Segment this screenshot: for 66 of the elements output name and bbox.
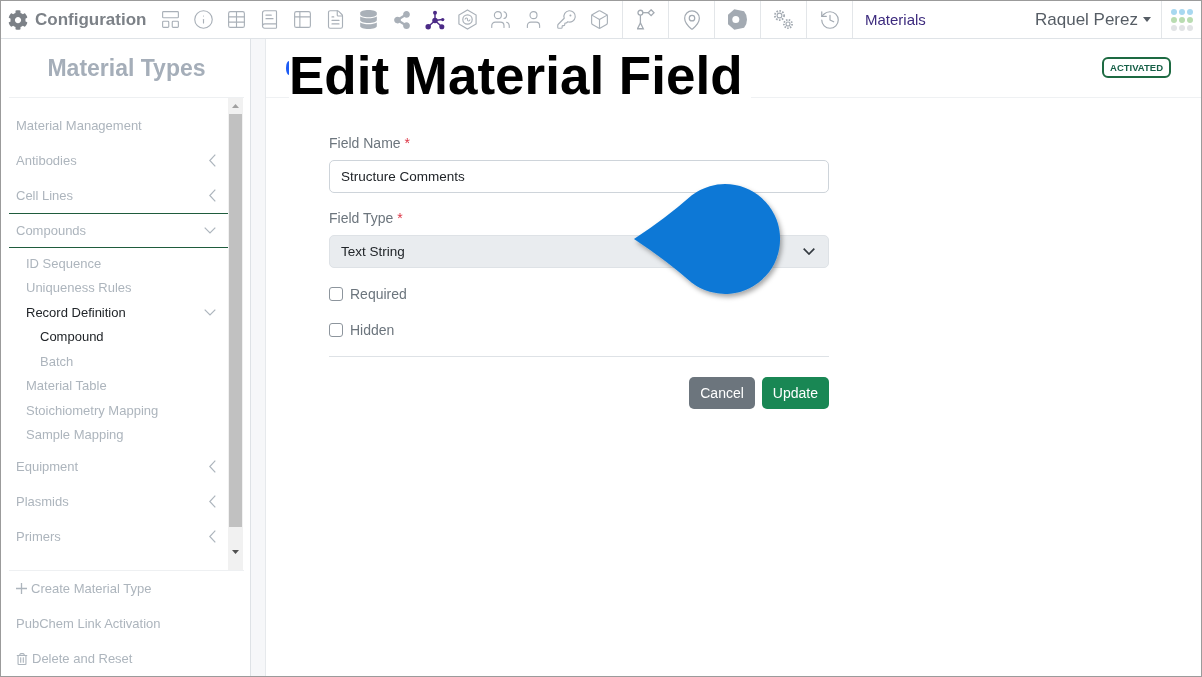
checkbox[interactable] bbox=[329, 287, 343, 301]
scroll-up-arrow-icon[interactable] bbox=[232, 104, 239, 108]
update-button[interactable]: Update bbox=[761, 377, 829, 409]
settings-icon bbox=[8, 9, 28, 30]
sidebar-item[interactable]: Plasmids bbox=[9, 483, 228, 519]
scroll-down-arrow-icon[interactable] bbox=[232, 550, 239, 554]
database-icon[interactable] bbox=[359, 10, 378, 29]
caret-down-icon bbox=[1143, 17, 1151, 22]
hexagon-icon[interactable] bbox=[458, 9, 477, 30]
users-icon[interactable] bbox=[490, 9, 511, 30]
scrollbar-track[interactable] bbox=[228, 98, 243, 570]
field-label: Field Name * bbox=[329, 134, 412, 153]
checkbox-label: Required bbox=[350, 286, 407, 302]
checkbox[interactable] bbox=[329, 323, 343, 337]
plus-icon bbox=[16, 583, 27, 594]
chevron-down-icon bbox=[204, 227, 216, 234]
status-badge: ACTIVATED bbox=[1102, 57, 1171, 78]
field-label: Field Type * bbox=[329, 209, 404, 228]
info-icon[interactable] bbox=[193, 9, 214, 30]
sidebar-item[interactable]: Compounds bbox=[9, 213, 228, 248]
chevron-left-icon bbox=[209, 154, 216, 167]
chevron-left-icon bbox=[209, 189, 216, 202]
checkbox-label: Hidden bbox=[350, 322, 395, 338]
nav-link[interactable]: Materials bbox=[865, 11, 926, 28]
text-input[interactable]: Structure Comments bbox=[329, 160, 829, 193]
cancel-button[interactable]: Cancel bbox=[689, 377, 755, 409]
sidebar-item[interactable]: Material Management bbox=[9, 108, 228, 143]
apps-grid-icon[interactable] bbox=[1170, 8, 1193, 31]
sidebar-item[interactable]: Primers bbox=[9, 518, 228, 554]
chevron-left-icon bbox=[209, 494, 216, 508]
sidebar-title: Material Types bbox=[47, 54, 206, 82]
trash-icon bbox=[16, 652, 28, 665]
app-title: Configuration bbox=[35, 9, 147, 30]
sidebar-action-link[interactable]: PubChem Link Activation bbox=[16, 616, 161, 631]
cube-icon[interactable] bbox=[589, 9, 610, 30]
sidebar-item[interactable]: Antibodies bbox=[9, 143, 228, 178]
sidebar-item[interactable]: ID Sequence bbox=[9, 251, 228, 276]
user-menu-button[interactable]: Raquel Perez bbox=[1035, 9, 1151, 30]
chevron-left-icon bbox=[209, 459, 216, 473]
branch-icon[interactable] bbox=[636, 9, 655, 30]
chevron-left-icon bbox=[209, 529, 216, 543]
sidebar-item[interactable]: Uniqueness Rules bbox=[9, 275, 228, 300]
sidebar-action-link[interactable]: Delete and Reset bbox=[16, 651, 133, 666]
sidebar-action-link[interactable]: Create Material Type bbox=[16, 581, 152, 596]
share-icon[interactable] bbox=[392, 10, 411, 29]
layout-icon[interactable] bbox=[160, 9, 181, 30]
table-icon[interactable] bbox=[226, 9, 247, 30]
chevron-down-icon bbox=[204, 308, 216, 316]
scrollbar-thumb[interactable] bbox=[229, 114, 242, 527]
sidebar-item[interactable]: Compound bbox=[9, 324, 228, 349]
sidebar-item[interactable]: Sample Mapping bbox=[9, 422, 228, 447]
table-icon[interactable] bbox=[292, 9, 313, 30]
gears-icon[interactable] bbox=[773, 9, 794, 30]
network-icon[interactable] bbox=[424, 9, 445, 30]
document-icon[interactable] bbox=[325, 9, 346, 30]
key-icon[interactable] bbox=[556, 9, 577, 30]
sidebar-item[interactable]: Cell Lines bbox=[9, 178, 228, 213]
sidebar-item[interactable]: Record Definition bbox=[9, 300, 228, 325]
sidebar-item[interactable]: Equipment bbox=[9, 448, 228, 484]
book-icon[interactable] bbox=[259, 9, 280, 30]
history-icon[interactable] bbox=[818, 8, 841, 31]
hexagon-badge-icon[interactable] bbox=[728, 9, 747, 30]
chevron-down-icon bbox=[803, 248, 815, 255]
sidebar-item[interactable]: Stoichiometry Mapping bbox=[9, 398, 228, 423]
sidebar-item[interactable]: Material Table bbox=[9, 373, 228, 398]
sidebar-item[interactable]: Batch bbox=[9, 349, 228, 374]
